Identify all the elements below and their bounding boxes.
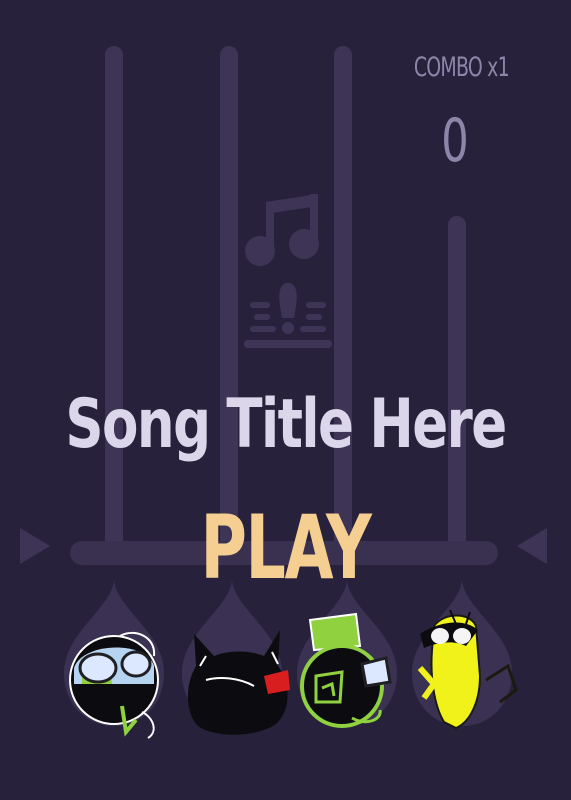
character-green-bot [300,612,392,728]
character-yellow-creature [417,609,518,730]
combo-label: COMBO x1 [413,52,510,83]
song-title: Song Title Here [65,385,507,464]
note-lane-1 [105,46,123,551]
note-lane-2 [220,46,238,551]
note-lane-3 [334,46,352,551]
game-stage: COMBO x1 0 Song Title Here PLAY [0,0,571,800]
character-round-glasses [69,631,159,739]
score-counter: 0 [441,106,469,176]
arrow-right-icon[interactable] [517,528,547,564]
character-black-cat [187,630,290,735]
music-note-icon [244,194,332,348]
arrow-left-icon[interactable] [20,528,50,564]
